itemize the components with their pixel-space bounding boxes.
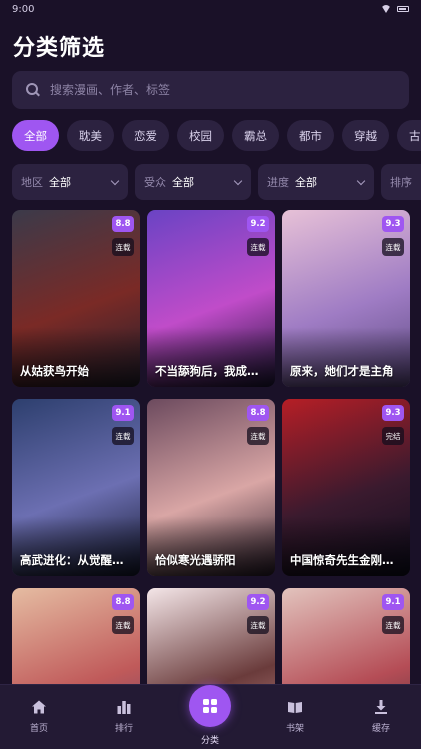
- card-badges: 9.3 完结: [382, 405, 404, 445]
- card-badges: 9.2 连载: [247, 216, 269, 256]
- card-badges: 9.2 连载: [247, 594, 269, 634]
- filter-value: 全部: [49, 176, 71, 189]
- battery-icon: [397, 6, 409, 12]
- status-badge: 连载: [112, 616, 134, 634]
- comic-card[interactable]: 9.3 连载 原来，她们才是主角: [282, 210, 410, 387]
- status-badge: 连载: [382, 238, 404, 256]
- nav-download[interactable]: 缓存: [346, 685, 416, 749]
- comic-card[interactable]: 9.3 完结 中国惊奇先生金刚师篇: [282, 399, 410, 576]
- category-chips: 全部 耽美 恋爱 校园 霸总 都市 穿越 古风: [12, 120, 421, 152]
- chip-romance[interactable]: 恋爱: [122, 120, 169, 151]
- chip-danmei[interactable]: 耽美: [67, 120, 114, 151]
- card-badges: 9.1 连载: [112, 405, 134, 445]
- chip-ceo[interactable]: 霸总: [232, 120, 279, 151]
- status-badge: 连载: [247, 427, 269, 445]
- nav-label: 排行: [114, 724, 133, 734]
- chip-time-travel[interactable]: 穿越: [342, 120, 389, 151]
- search-icon: [26, 83, 40, 97]
- nav-label: 书架: [285, 724, 304, 734]
- score-badge: 8.8: [247, 405, 269, 421]
- card-badges: 9.3 连载: [382, 216, 404, 256]
- status-badge: 连载: [247, 616, 269, 634]
- nav-bookshelf[interactable]: 书架: [260, 685, 330, 749]
- comic-title: 不当舔狗后，我成了...: [155, 364, 269, 378]
- status-badge: 完结: [382, 427, 404, 445]
- nav-ranking[interactable]: 排行: [89, 685, 159, 749]
- nav-label: 缓存: [371, 724, 390, 734]
- comic-card[interactable]: 9.1 连载 高武进化：从觉醒怪...: [12, 399, 140, 576]
- score-badge: 9.1: [382, 594, 404, 610]
- comic-card[interactable]: 9.2 连载 不当舔狗后，我成了...: [147, 210, 275, 387]
- audience-filter[interactable]: 受众 全部: [135, 164, 251, 200]
- sort-filter[interactable]: 排序: [381, 164, 421, 200]
- comic-card[interactable]: 8.8 连载 恰似寒光遇骄阳: [147, 399, 275, 576]
- status-time: 9:00: [12, 3, 35, 15]
- status-badge: 连载: [247, 238, 269, 256]
- score-badge: 9.3: [382, 405, 404, 421]
- score-badge: 8.8: [112, 216, 134, 232]
- comic-grid: 8.8 连载 从姑获鸟开始 9.2 连载 不当舔狗后，我成了... 9.3 连载…: [12, 210, 410, 749]
- nav-home[interactable]: 首页: [4, 685, 74, 749]
- chip-ancient[interactable]: 古风: [397, 120, 421, 151]
- filter-value: 全部: [295, 176, 317, 189]
- filter-label: 排序: [390, 176, 412, 189]
- status-icons: [381, 5, 409, 13]
- card-badges: 8.8 连载: [112, 216, 134, 256]
- search-input[interactable]: [50, 83, 370, 97]
- status-bar: 9:00: [0, 0, 421, 18]
- nav-category-label: 分类: [200, 736, 219, 746]
- comic-title: 恰似寒光遇骄阳: [155, 553, 236, 567]
- comic-title: 从姑获鸟开始: [20, 364, 89, 378]
- chevron-down-icon: [356, 176, 366, 186]
- comic-title: 高武进化：从觉醒怪...: [20, 553, 134, 567]
- search-bar[interactable]: [12, 71, 409, 109]
- chevron-down-icon: [110, 176, 120, 186]
- score-badge: 9.1: [112, 405, 134, 421]
- score-badge: 9.2: [247, 216, 269, 232]
- chip-all[interactable]: 全部: [12, 120, 59, 151]
- filter-value: 全部: [172, 176, 194, 189]
- status-badge: 连载: [112, 427, 134, 445]
- progress-filter[interactable]: 进度 全部: [258, 164, 374, 200]
- comic-card[interactable]: 8.8 连载 从姑获鸟开始: [12, 210, 140, 387]
- bookshelf-icon: [288, 702, 302, 713]
- status-badge: 连载: [112, 238, 134, 256]
- nav-label: 首页: [29, 724, 48, 734]
- ranking-icon: [117, 701, 131, 714]
- status-badge: 连载: [382, 616, 404, 634]
- wifi-icon: [381, 5, 391, 13]
- filter-label: 受众: [144, 176, 166, 189]
- filter-row: 地区 全部 受众 全部 进度 全部 排序: [12, 164, 421, 200]
- chip-campus[interactable]: 校园: [177, 120, 224, 151]
- chevron-down-icon: [233, 176, 243, 186]
- comic-title: 中国惊奇先生金刚师篇: [290, 553, 404, 567]
- chip-urban[interactable]: 都市: [287, 120, 334, 151]
- home-icon: [32, 700, 46, 714]
- filter-label: 地区: [21, 176, 43, 189]
- score-badge: 8.8: [112, 594, 134, 610]
- filter-label: 进度: [267, 176, 289, 189]
- card-badges: 8.8 连载: [247, 405, 269, 445]
- category-icon: [203, 699, 217, 713]
- card-badges: 9.1 连载: [382, 594, 404, 634]
- download-icon: [375, 700, 387, 714]
- page-title: 分类筛选: [13, 36, 106, 61]
- region-filter[interactable]: 地区 全部: [12, 164, 128, 200]
- card-badges: 8.8 连载: [112, 594, 134, 634]
- score-badge: 9.3: [382, 216, 404, 232]
- nav-category-button[interactable]: [189, 685, 231, 727]
- comic-title: 原来，她们才是主角: [290, 364, 394, 378]
- score-badge: 9.2: [247, 594, 269, 610]
